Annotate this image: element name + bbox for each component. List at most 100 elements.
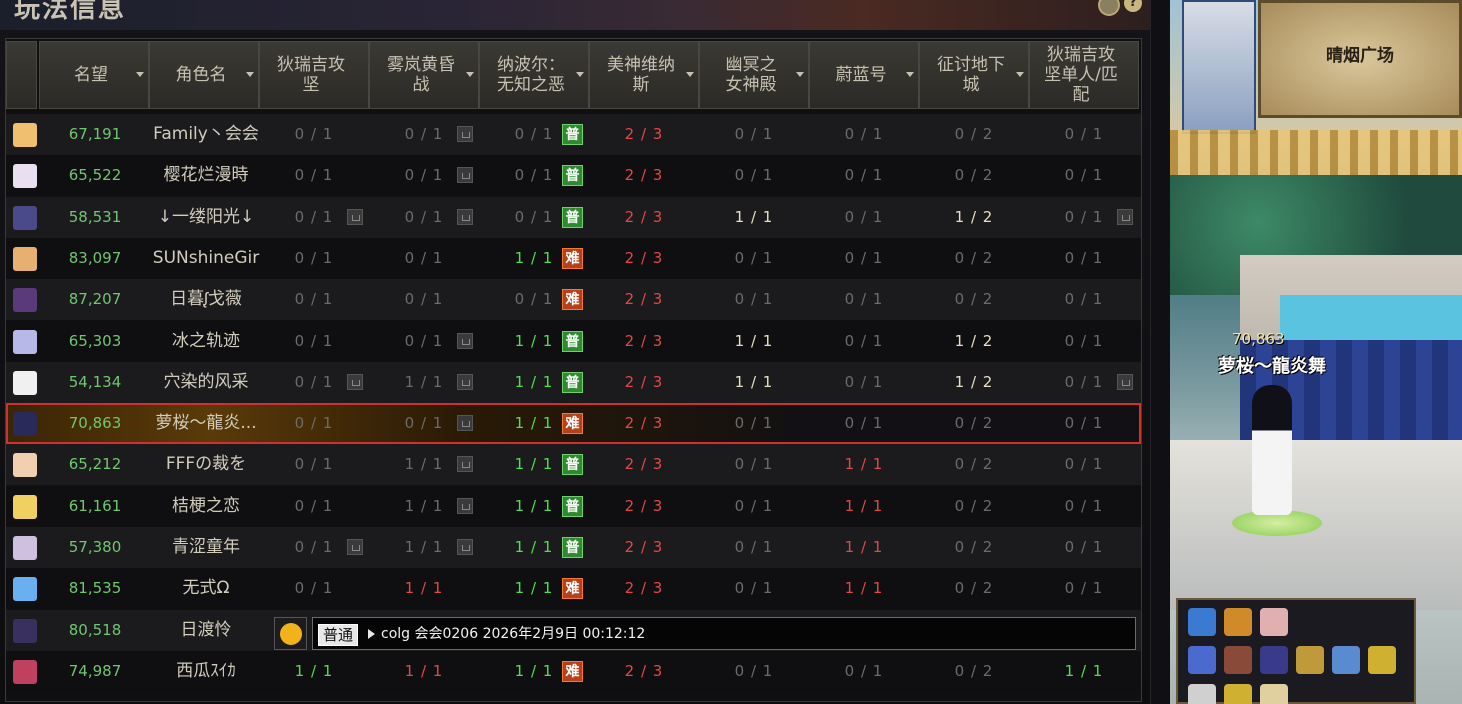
column-header-5[interactable]: 纳波尔： 无知之恶 [479,41,589,109]
column-header-7[interactable]: 幽冥之 女神殿 [699,41,809,109]
progress-cell: 2 / 3 [589,114,699,155]
link-icon[interactable] [1332,646,1360,674]
progress-cell: 2 / 3 [589,362,699,403]
character-avatar [13,370,37,395]
key-icon[interactable] [1224,684,1252,704]
table-row-selected[interactable]: 70,863 萝桜～龍炎... 0 / 1 0 / 1 1 / 1 难 2 / 3 0 / 1… [6,403,1141,445]
column-header-label: 征讨地下 城 [937,55,1005,95]
table-row[interactable]: 74,987 西瓜ｽｲｶ 1 / 1 1 / 1 1 / 1 难 2 / 3 0 / 1 0 /… [6,650,1141,692]
progress-value: 0 / 2 [954,125,994,143]
progress-cell: 1 / 1 [369,651,479,692]
table-row[interactable]: 65,212 FFFの裁を 0 / 1 1 / 1 1 / 1 普 2 / 3 0 / 1 1 … [6,444,1141,486]
progress-value: 0 / 1 [844,248,884,267]
calendar-icon[interactable] [1188,646,1216,674]
progress-value: 0 / 1 [1064,579,1104,598]
lock-icon [1117,208,1133,225]
table-row[interactable]: 57,380 青涩童年 0 / 1 1 / 1 1 / 1 普 2 / 3 0 / 1 1 / … [6,527,1141,568]
progress-value: 0 / 1 [844,414,884,433]
hard-difficulty-badge: 难 [562,413,583,435]
progress-cell: 0 / 2 [919,279,1029,320]
fame-value: 65,212 [68,455,122,474]
table-row[interactable]: 54,134 穴染的风采 0 / 1 1 / 1 1 / 1 普 2 / 3 1 / 1 0 /… [6,361,1141,403]
shortcut-icon[interactable] [1188,608,1216,636]
table-row[interactable]: 83,097 SUNshineGir 0 / 1 0 / 1 1 / 1 难 2 / 3 0 … [6,237,1141,279]
help-icon[interactable]: ? [1124,0,1142,12]
fame-value: 61,161 [68,496,122,515]
progress-value: 1 / 1 [404,496,444,515]
gear-icon[interactable] [1098,0,1120,16]
character-avatar [13,205,37,230]
progress-value: 0 / 2 [954,455,994,474]
column-header-9[interactable]: 征讨地下 城 [919,41,1029,109]
progress-value: 0 / 2 [954,414,994,433]
lock-icon [457,332,473,349]
character-avatar [13,618,37,643]
progress-value: 1 / 2 [954,372,994,391]
progress-cell: 1 / 1 [809,444,919,485]
progress-cell: 2 / 3 [589,651,699,692]
progress-cell: 1 / 2 [919,362,1029,403]
column-header-2[interactable]: 角色名 [149,41,259,109]
column-header-10: 狄瑞吉攻 坚单人/匹 配 [1029,41,1139,109]
progress-value: 0 / 1 [404,207,444,226]
table-row[interactable]: 65,303 冰之轨迹 0 / 1 0 / 1 1 / 1 普 2 / 3 1 / 1 0 / … [6,320,1141,362]
progress-value: 0 / 1 [734,661,774,680]
progress-value: 0 / 1 [1064,372,1104,391]
table-row[interactable]: 67,191 Family丶会会 0 / 1 0 / 1 0 / 1 普 2 / 3 0 / … [6,114,1141,155]
progress-value: 1 / 1 [514,579,554,598]
lock-icon [347,208,363,225]
table-row[interactable]: 61,161 桔梗之恋 0 / 1 1 / 1 1 / 1 普 2 / 3 0 / 1 1 / … [6,485,1141,527]
progress-value: 0 / 1 [1064,125,1104,143]
character-avatar [13,453,37,478]
table-row[interactable]: 65,522 樱花烂漫時 0 / 1 0 / 1 0 / 1 普 2 / 3 0 / 1 0 /… [6,155,1141,197]
sort-arrow-icon [246,72,254,77]
progress-cell: 1 / 1 [809,486,919,527]
progress-value: 2 / 3 [624,455,664,474]
mail-icon[interactable] [1260,684,1288,704]
scrollbar[interactable] [1150,0,1169,704]
progress-cell: 0 / 1 [699,568,809,609]
table-row[interactable]: 81,535 无式Ω 0 / 1 1 / 1 1 / 1 难 2 / 3 0 / 1 1 / 1… [6,568,1141,610]
progress-value: 0 / 1 [1064,166,1104,185]
normal-difficulty-badge: 普 [562,537,583,558]
normal-difficulty-badge: 普 [562,454,583,476]
lock-icon [457,415,473,432]
progress-value: 2 / 3 [624,248,664,267]
progress-cell: 1 / 1 [699,197,809,238]
progress-value: 0 / 1 [294,455,334,474]
fame-value: 58,531 [68,207,122,226]
progress-value: 0 / 1 [1064,414,1104,433]
crown-icon[interactable] [1368,646,1396,674]
fame-value: 81,535 [68,579,122,598]
card-icon[interactable] [1296,646,1324,674]
progress-value: 1 / 1 [514,372,554,391]
home-icon[interactable] [1224,608,1252,636]
progress-cell: 0 / 1 [259,403,369,444]
column-header-1[interactable]: 名望 [39,41,149,109]
progress-cell: 0 / 1 [259,568,369,609]
progress-value: 1 / 1 [514,538,554,556]
fame-value: 57,380 [68,538,122,556]
avatar-icon[interactable] [1260,646,1288,674]
table-row[interactable]: 58,531 ↓一缕阳光↓ 0 / 1 0 / 1 0 / 1 普 2 / 3 1 / 1 0 … [6,196,1141,238]
wings-icon[interactable] [1188,684,1216,704]
normal-difficulty-badge: 普 [562,124,583,145]
player-character[interactable] [1252,385,1292,515]
fame-value: 54,134 [68,372,122,391]
chat-channel-button[interactable]: 普通 [318,624,359,646]
column-header-label: 角色名 [175,65,227,85]
column-header-6[interactable]: 美神维纳 斯 [589,41,699,109]
character-icon[interactable] [1260,608,1288,636]
minimap[interactable]: 晴烟广场 [1258,0,1462,118]
column-header-8[interactable]: 蔚蓝号 [809,41,919,109]
emoji-button[interactable] [274,617,307,650]
progress-cell: 2 / 3 [589,197,699,238]
guild-icon[interactable] [1224,646,1252,674]
column-header-4[interactable]: 雾岚黄昏 战 [369,41,479,109]
character-name: 樱花烂漫時 [163,165,249,186]
table-row[interactable]: 87,207 日暮ᶘ戈薇 0 / 1 0 / 1 0 / 1 难 2 / 3 0 / 1 0 /… [6,279,1141,321]
progress-cell: 0 / 1 [1029,321,1139,362]
panel-title: 玩法信息 [14,0,127,24]
fame-value: 80,518 [68,620,122,639]
chat-input[interactable]: 普通 colg 会会0206 2026年2月9日 00:12:12 [312,617,1136,650]
